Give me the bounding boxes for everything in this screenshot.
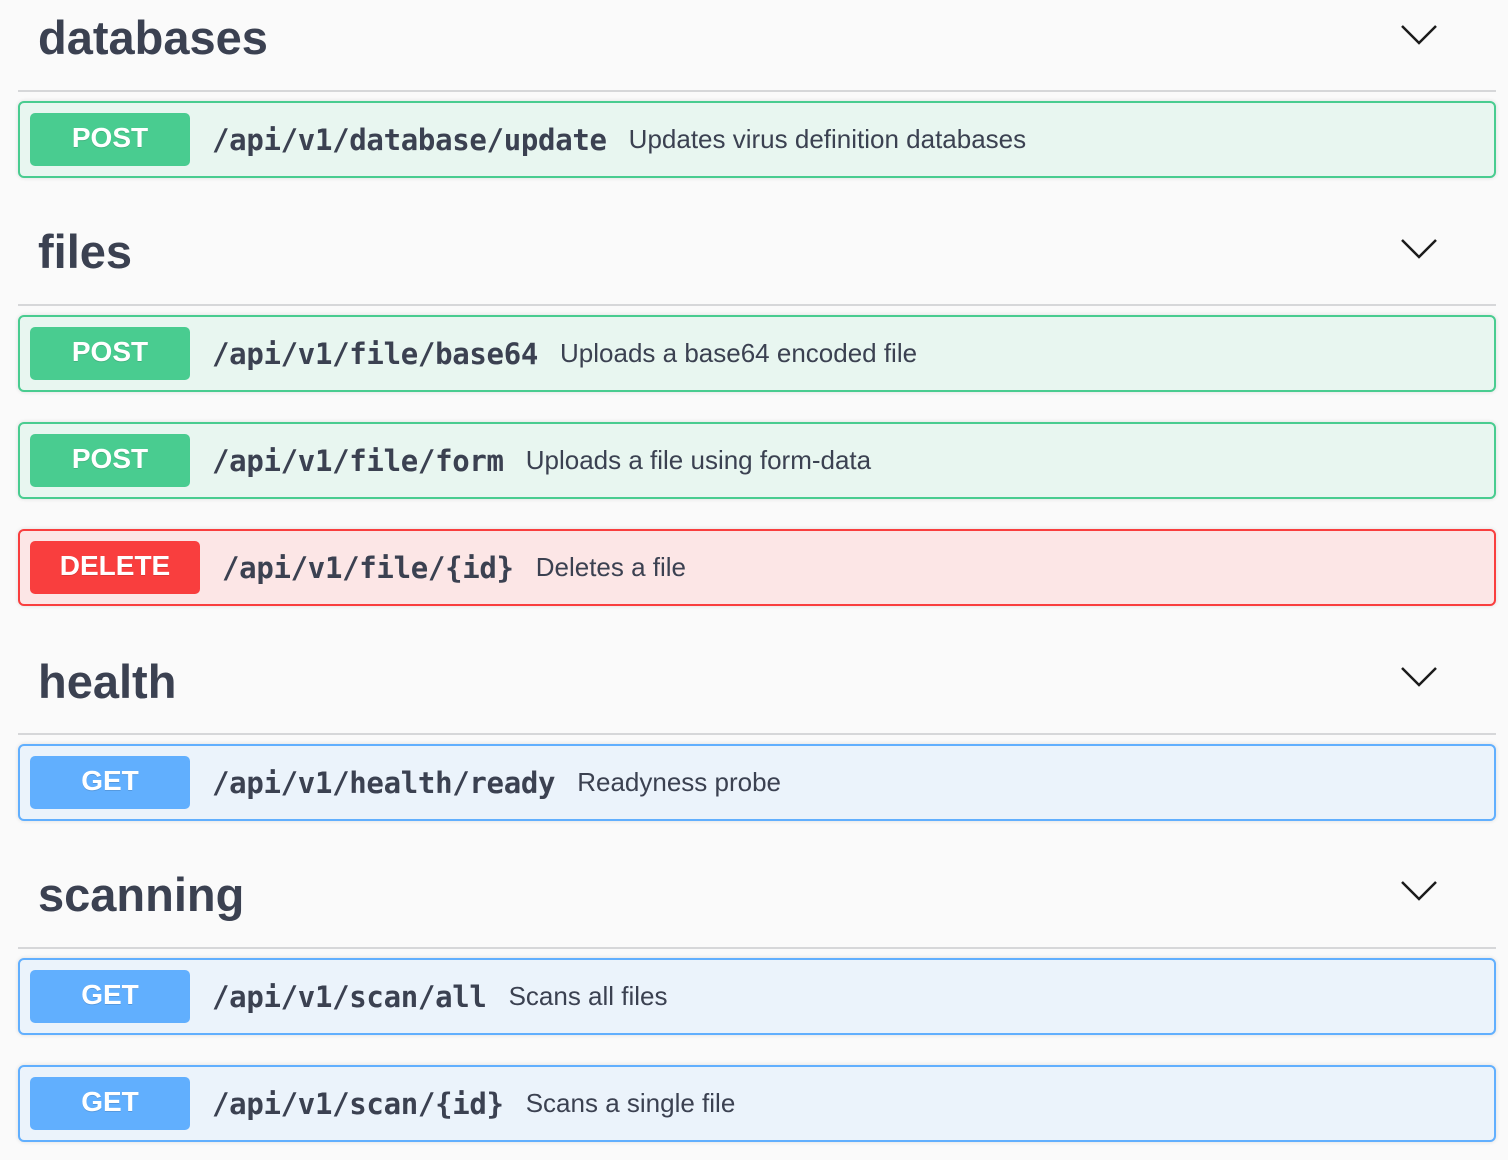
operation-database-update[interactable]: POST /api/v1/database/update Updates vir…: [18, 101, 1496, 178]
endpoint-path: /api/v1/database/update: [212, 122, 607, 157]
method-badge: POST: [30, 434, 190, 487]
chevron-down-icon[interactable]: [1400, 238, 1438, 260]
endpoint-path: /api/v1/scan/all: [212, 979, 487, 1014]
endpoint-summary: Deletes a file: [535, 552, 687, 582]
operation-file-base64[interactable]: POST /api/v1/file/base64 Uploads a base6…: [18, 315, 1496, 392]
endpoint-path: /api/v1/file/base64: [212, 336, 539, 371]
endpoint-summary: Readyness probe: [577, 767, 782, 797]
section-title: databases: [38, 11, 268, 64]
endpoint-summary: Updates virus definition databases: [628, 124, 1027, 154]
tag-section-health[interactable]: health: [18, 634, 1496, 735]
section-title: scanning: [38, 868, 245, 921]
method-badge: DELETE: [30, 541, 200, 594]
endpoint-summary: Uploads a file using form-data: [525, 445, 872, 475]
endpoint-summary: Scans a single file: [525, 1088, 736, 1118]
method-badge: POST: [30, 327, 190, 380]
endpoint-summary: Scans all files: [508, 981, 668, 1011]
operation-file-form[interactable]: POST /api/v1/file/form Uploads a file us…: [18, 422, 1496, 499]
endpoint-path: /api/v1/file/form: [212, 443, 504, 478]
operation-health-ready[interactable]: GET /api/v1/health/ready Readyness probe: [18, 744, 1496, 821]
endpoint-path: /api/v1/scan/{id}: [212, 1086, 504, 1121]
section-title: files: [38, 225, 133, 278]
operation-scan-id[interactable]: GET /api/v1/scan/{id} Scans a single fil…: [18, 1065, 1496, 1142]
operation-file-delete[interactable]: DELETE /api/v1/file/{id} Deletes a file: [18, 529, 1496, 606]
tag-section-databases[interactable]: databases: [18, 0, 1496, 92]
method-badge: GET: [30, 970, 190, 1023]
endpoint-summary: Uploads a base64 encoded file: [560, 338, 918, 368]
section-title: health: [38, 655, 177, 708]
method-badge: GET: [30, 1077, 190, 1130]
chevron-down-icon[interactable]: [1400, 666, 1438, 688]
operation-scan-all[interactable]: GET /api/v1/scan/all Scans all files: [18, 958, 1496, 1035]
chevron-down-icon[interactable]: [1400, 880, 1438, 902]
tag-section-files[interactable]: files: [18, 206, 1496, 306]
tag-section-scanning[interactable]: scanning: [18, 849, 1496, 949]
chevron-down-icon[interactable]: [1400, 24, 1438, 46]
method-badge: GET: [30, 756, 190, 809]
endpoint-path: /api/v1/file/{id}: [222, 550, 514, 585]
method-badge: POST: [30, 113, 190, 166]
endpoint-path: /api/v1/health/ready: [212, 765, 556, 800]
